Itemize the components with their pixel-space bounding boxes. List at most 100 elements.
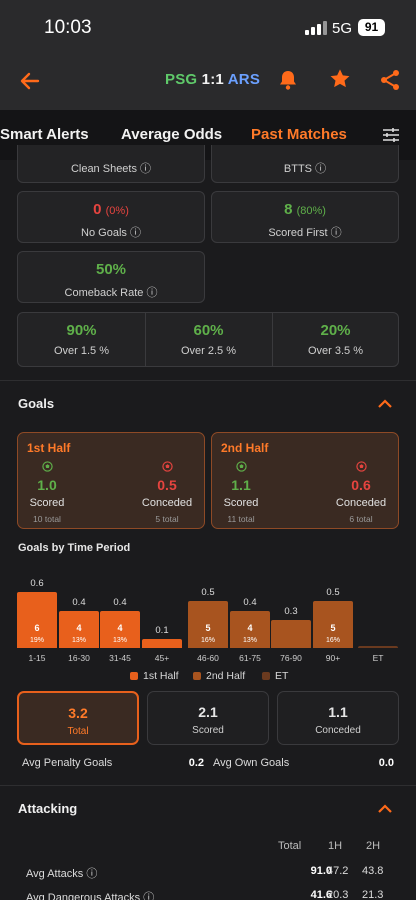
btts-label: BTTS: [283, 163, 313, 175]
first-half-card: 1st Half 1.0 Scored 10 total 0.5 Concede…: [17, 432, 205, 529]
x-tick-label: 76-90: [280, 653, 302, 663]
divider: [0, 785, 416, 786]
chevron-up-icon[interactable]: [374, 798, 396, 818]
bar-value-label: 0.5: [201, 587, 215, 598]
info-icon[interactable]: ⓘ: [146, 287, 157, 299]
back-arrow-icon[interactable]: [16, 68, 44, 94]
tab-average-odds[interactable]: Average Odds: [121, 126, 222, 143]
bar-percent-label: 16%: [200, 637, 215, 644]
conceded-ball-icon: [326, 461, 396, 475]
attacking-section-title: Attacking: [18, 801, 78, 816]
avg-attacks-label: Avg Attacks: [26, 868, 84, 880]
col-header-1h: 1H: [328, 840, 343, 852]
penalty-value: 0.2: [188, 757, 204, 769]
info-icon[interactable]: ⓘ: [86, 868, 97, 880]
bar-percent-label: 13%: [242, 637, 257, 644]
legend-swatch: [262, 672, 270, 680]
bar-count-label: 4: [76, 623, 82, 633]
status-time: 10:03: [44, 17, 92, 38]
x-tick-label: 46-60: [197, 653, 219, 663]
bar-count-label: 5: [330, 623, 336, 633]
stat-row-label: Avg Attacks ⓘ: [26, 865, 97, 881]
goals-section-title: Goals: [18, 396, 55, 411]
scored-goals-card[interactable]: 2.1 Scored: [147, 691, 269, 745]
bar-percent-label: 16%: [325, 637, 340, 644]
comeback-value: 50%: [95, 261, 127, 278]
scored-value: 2.1: [198, 704, 218, 720]
over-2-5-label: Over 2.5 %: [180, 345, 237, 357]
chart-bar: [142, 639, 182, 648]
match-title: PSG 1:1 ARS: [165, 71, 260, 88]
info-icon[interactable]: ⓘ: [130, 227, 141, 239]
avg-dangerous-1h: 20.3: [327, 889, 349, 900]
bar-count-label: 4: [247, 623, 253, 633]
x-tick-label: 61-75: [239, 653, 261, 663]
battery-icon: 91: [358, 19, 385, 36]
btts-card: BTTS ⓘ: [211, 145, 399, 183]
scored-ball-icon: [206, 461, 276, 475]
over-1-5-label: Over 1.5 %: [53, 345, 110, 357]
over-1-5: 90% Over 1.5 %: [18, 322, 145, 357]
over-goals-card: 90% Over 1.5 % 60% Over 2.5 % 20% Over 3…: [17, 312, 399, 367]
bar-value-label: 0.4: [243, 597, 257, 608]
x-tick-label: 45+: [154, 653, 170, 663]
second-half-conceded-value: 0.6: [351, 477, 371, 493]
comeback-label: Comeback Rate: [64, 287, 144, 299]
star-icon[interactable]: [327, 66, 353, 92]
chevron-up-icon[interactable]: [374, 393, 396, 413]
legend-swatch: [130, 672, 138, 680]
second-half-card: 2nd Half 1.1 Scored 11 total 0.6 Concede…: [211, 432, 399, 529]
clean-sheets-card: Clean Sheets ⓘ: [17, 145, 205, 183]
home-team: PSG: [165, 71, 198, 88]
share-icon[interactable]: [378, 67, 402, 93]
avg-attacks-total: 91.0: [310, 865, 332, 877]
info-icon[interactable]: ⓘ: [143, 892, 154, 900]
no-goals-pct: (0%): [105, 205, 129, 217]
stat-row-label: Avg Dangerous Attacks ⓘ: [26, 889, 154, 900]
col-header-total: Total: [278, 840, 302, 852]
legend-swatch: [193, 672, 201, 680]
scored-ball-icon: [12, 461, 82, 475]
over-2-5: 60% Over 2.5 %: [145, 322, 272, 357]
network-label: 5G: [332, 20, 353, 37]
second-half-conceded-label: Conceded: [335, 497, 387, 509]
info-icon[interactable]: ⓘ: [140, 163, 151, 175]
bar-count-label: 4: [117, 623, 123, 633]
over-3-5: 20% Over 3.5 %: [272, 322, 399, 357]
total-goals-card[interactable]: 3.2 Total: [17, 691, 139, 745]
x-tick-label: 90+: [325, 653, 341, 663]
bar-percent-label: 13%: [71, 637, 86, 644]
x-tick-label: 31-45: [109, 653, 131, 663]
x-tick-label: 1-15: [28, 653, 46, 663]
second-half-scored-label: Scored: [223, 497, 259, 509]
avg-dangerous-total: 41.6: [310, 889, 332, 900]
goals-time-chart: 0.6 6 19% 1-15 0.4 4 13% 16-30 0.4 4 13% 31-45 0.1 45…: [0, 570, 416, 670]
bell-icon[interactable]: [276, 67, 300, 93]
avg-dangerous-attacks-label: Avg Dangerous Attacks: [26, 892, 141, 900]
first-half-scored: 1.0 Scored 10 total: [12, 461, 82, 524]
first-half-scored-label: Scored: [29, 497, 65, 509]
avg-dangerous-2h: 21.3: [362, 889, 384, 900]
avg-attacks-2h: 43.8: [362, 865, 384, 877]
tab-smart-alerts[interactable]: Smart Alerts: [0, 126, 89, 143]
bar-value-label: 0.4: [72, 597, 86, 608]
conceded-value: 1.1: [328, 704, 348, 720]
tab-past-matches[interactable]: Past Matches: [251, 126, 347, 143]
info-icon[interactable]: ⓘ: [315, 163, 326, 175]
x-tick-label: 16-30: [68, 653, 90, 663]
second-half-scored: 1.1 Scored 11 total: [206, 461, 276, 524]
legend-first-half: 1st Half: [130, 670, 179, 682]
legend-et: ET: [262, 670, 288, 682]
conceded-goals-card[interactable]: 1.1 Conceded: [277, 691, 399, 745]
over-3-5-label: Over 3.5 %: [307, 345, 364, 357]
bar-value-label: 0.3: [284, 606, 298, 617]
x-tick-label: ET: [372, 653, 384, 663]
first-half-conceded-total: 5 total: [155, 514, 179, 524]
conceded-ball-icon: [132, 461, 202, 475]
first-half-conceded: 0.5 Conceded 5 total: [132, 461, 202, 524]
info-icon[interactable]: ⓘ: [331, 227, 342, 239]
scored-first-label: Scored First: [268, 227, 328, 239]
bar-count-label: 5: [205, 623, 211, 633]
no-goals-value: 0: [93, 201, 102, 218]
second-half-conceded: 0.6 Conceded 6 total: [326, 461, 396, 524]
